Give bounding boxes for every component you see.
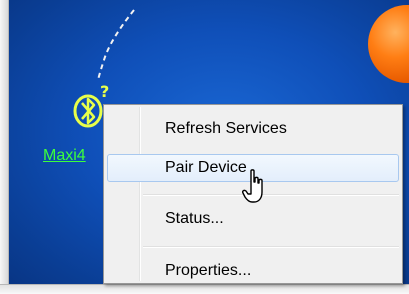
question-mark-icon: ? bbox=[100, 83, 109, 101]
svg-text:?: ? bbox=[100, 83, 109, 101]
menu-item-label: Properties... bbox=[165, 262, 252, 279]
menu-item-label: Pair Device bbox=[165, 159, 247, 176]
menu-separator bbox=[143, 194, 399, 196]
menu-item-status[interactable]: Status... bbox=[107, 205, 399, 233]
mouse-cursor-icon bbox=[242, 169, 263, 203]
menu-separator bbox=[143, 246, 399, 248]
window-frame-left bbox=[0, 0, 9, 293]
device-name-link[interactable]: Maxi4 bbox=[43, 147, 109, 165]
menu-item-properties[interactable]: Properties... bbox=[107, 257, 399, 285]
menu-item-label: Refresh Services bbox=[165, 120, 287, 137]
menu-item-label: Status... bbox=[165, 210, 224, 227]
menu-item-refresh-services[interactable]: Refresh Services bbox=[107, 115, 399, 143]
